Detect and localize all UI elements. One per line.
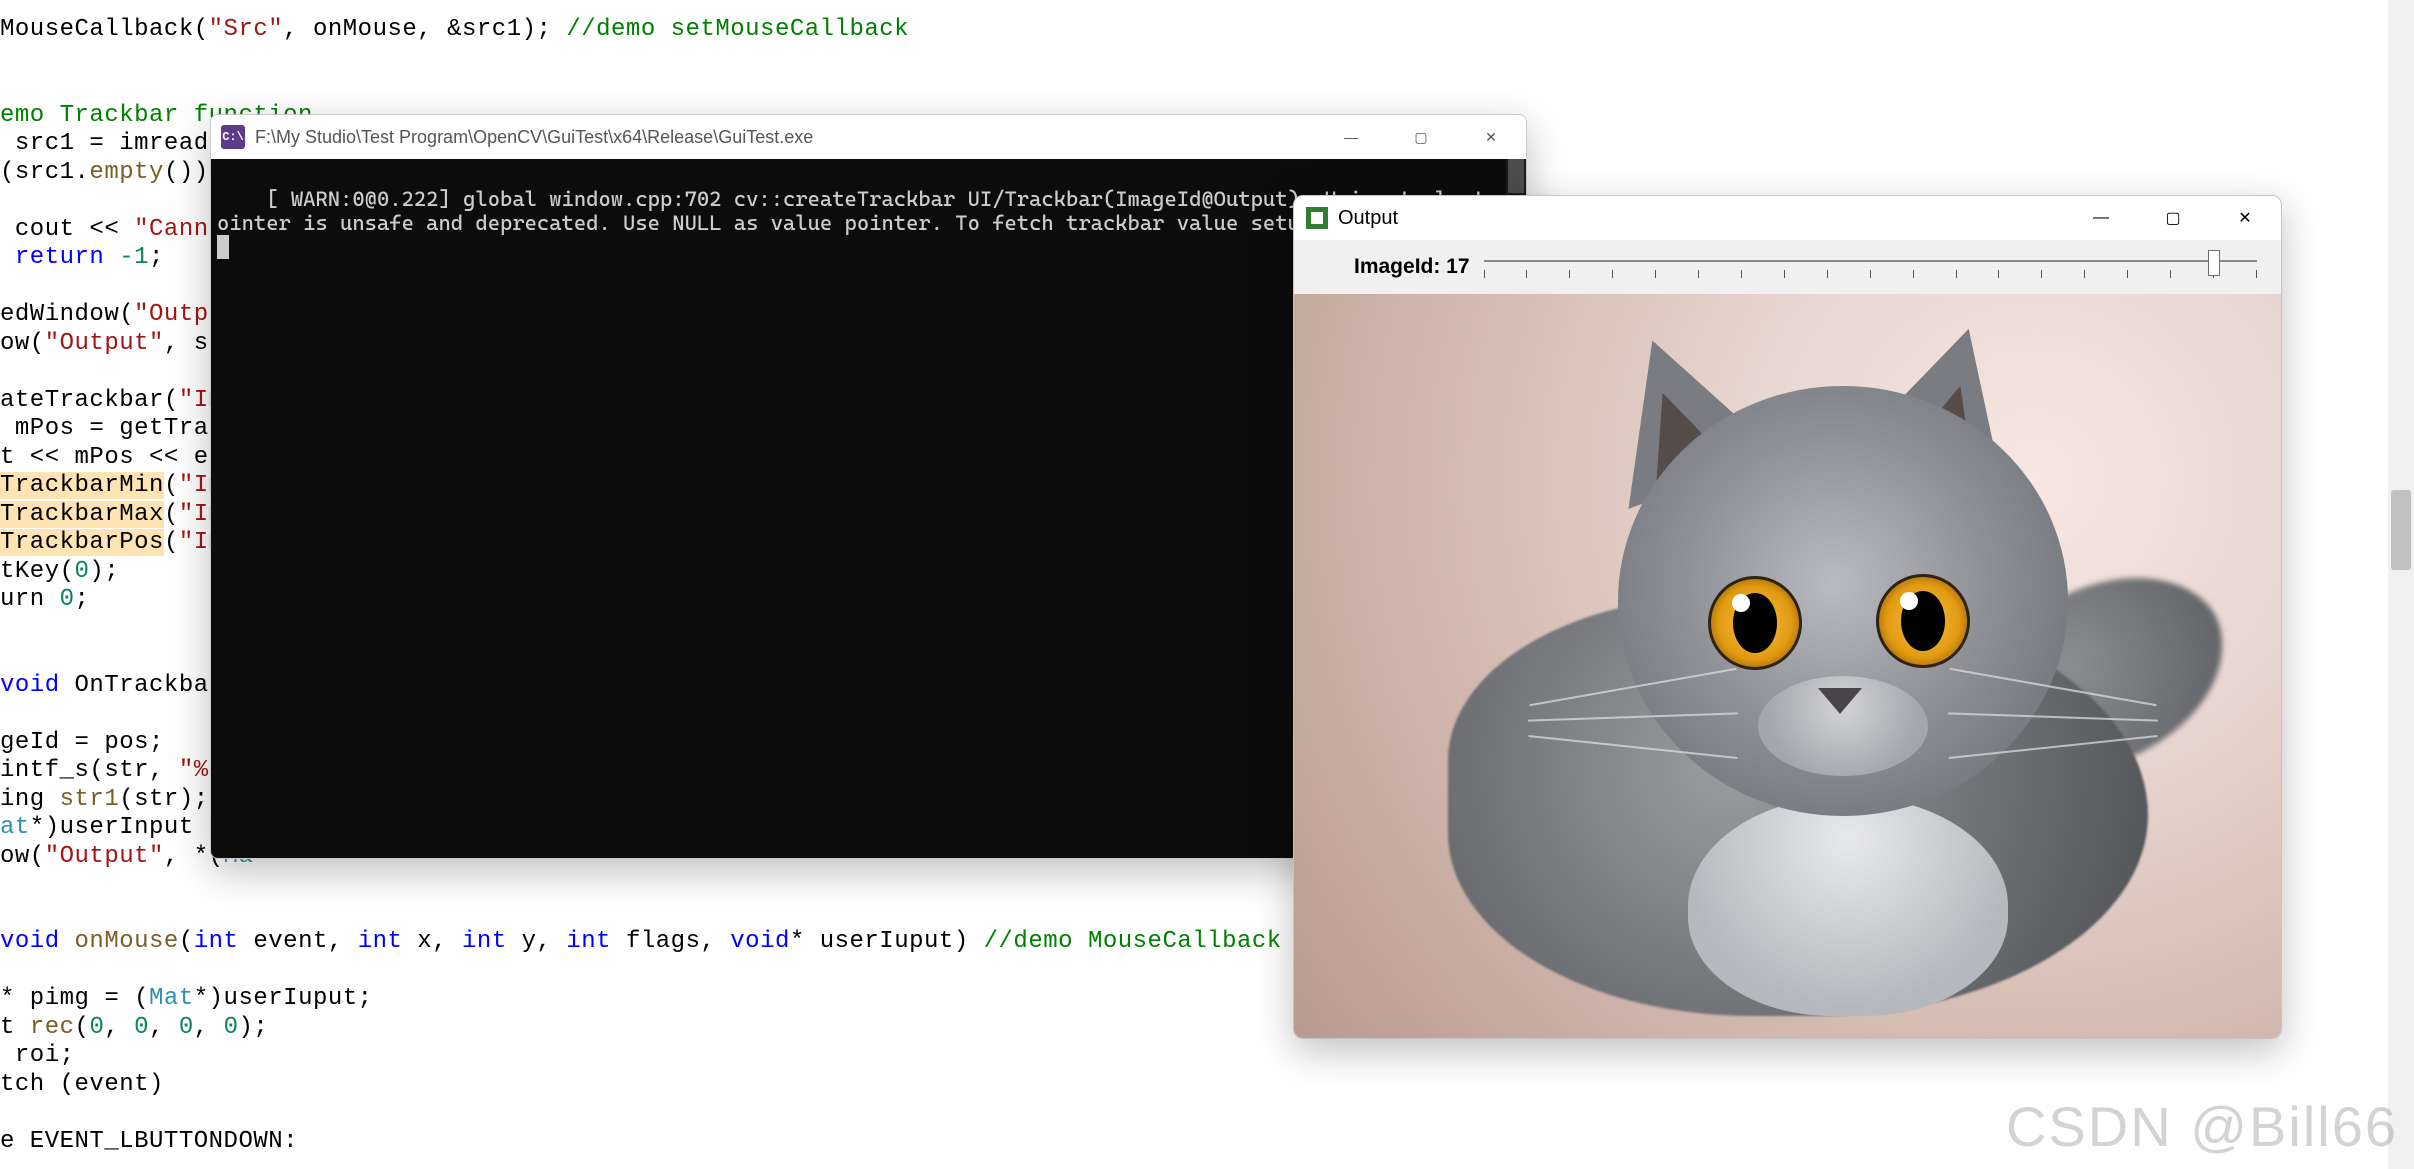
output-close-button[interactable]: ✕ xyxy=(2209,196,2281,240)
code-line: tch (event) xyxy=(0,1071,2414,1100)
trackbar-rail xyxy=(1484,260,2257,262)
console-minimize-button[interactable]: — xyxy=(1316,115,1386,159)
output-minimize-button[interactable]: — xyxy=(2065,196,2137,240)
trackbar-ticks xyxy=(1484,270,2257,280)
console-close-button[interactable]: ✕ xyxy=(1456,115,1526,159)
output-image xyxy=(1294,294,2281,1038)
code-line xyxy=(0,45,2414,74)
console-titlebar[interactable]: C:\ F:\My Studio\Test Program\OpenCV\Gui… xyxy=(211,115,1526,159)
console-maximize-button[interactable]: ▢ xyxy=(1386,115,1456,159)
page-scrollbar[interactable] xyxy=(2388,0,2414,1169)
trackbar-thumb[interactable] xyxy=(2208,250,2220,276)
output-title: Output xyxy=(1338,207,2065,230)
trackbar[interactable] xyxy=(1484,250,2257,284)
code-line xyxy=(0,73,2414,102)
trackbar-row: ImageId: 17 xyxy=(1294,240,2281,294)
opencv-window-icon xyxy=(1306,207,1328,229)
console-title: F:\My Studio\Test Program\OpenCV\GuiTest… xyxy=(255,127,1316,148)
output-window: Output — ▢ ✕ ImageId: 17 xyxy=(1293,195,2282,1039)
code-line: roi; xyxy=(0,1042,2414,1071)
code-line xyxy=(0,1099,2414,1128)
code-line: e EVENT_LBUTTONDOWN: xyxy=(0,1128,2414,1157)
output-maximize-button[interactable]: ▢ xyxy=(2137,196,2209,240)
cat-illustration xyxy=(1408,376,2168,1016)
trackbar-label: ImageId: 17 xyxy=(1354,255,1470,279)
console-scrollbar-thumb[interactable] xyxy=(1508,159,1524,193)
code-line: MouseCallback("Src", onMouse, &src1); //… xyxy=(0,16,2414,45)
console-app-icon: C:\ xyxy=(221,125,245,149)
console-cursor xyxy=(217,235,229,259)
page-scrollbar-thumb[interactable] xyxy=(2391,490,2411,570)
output-titlebar[interactable]: Output — ▢ ✕ xyxy=(1294,196,2281,240)
